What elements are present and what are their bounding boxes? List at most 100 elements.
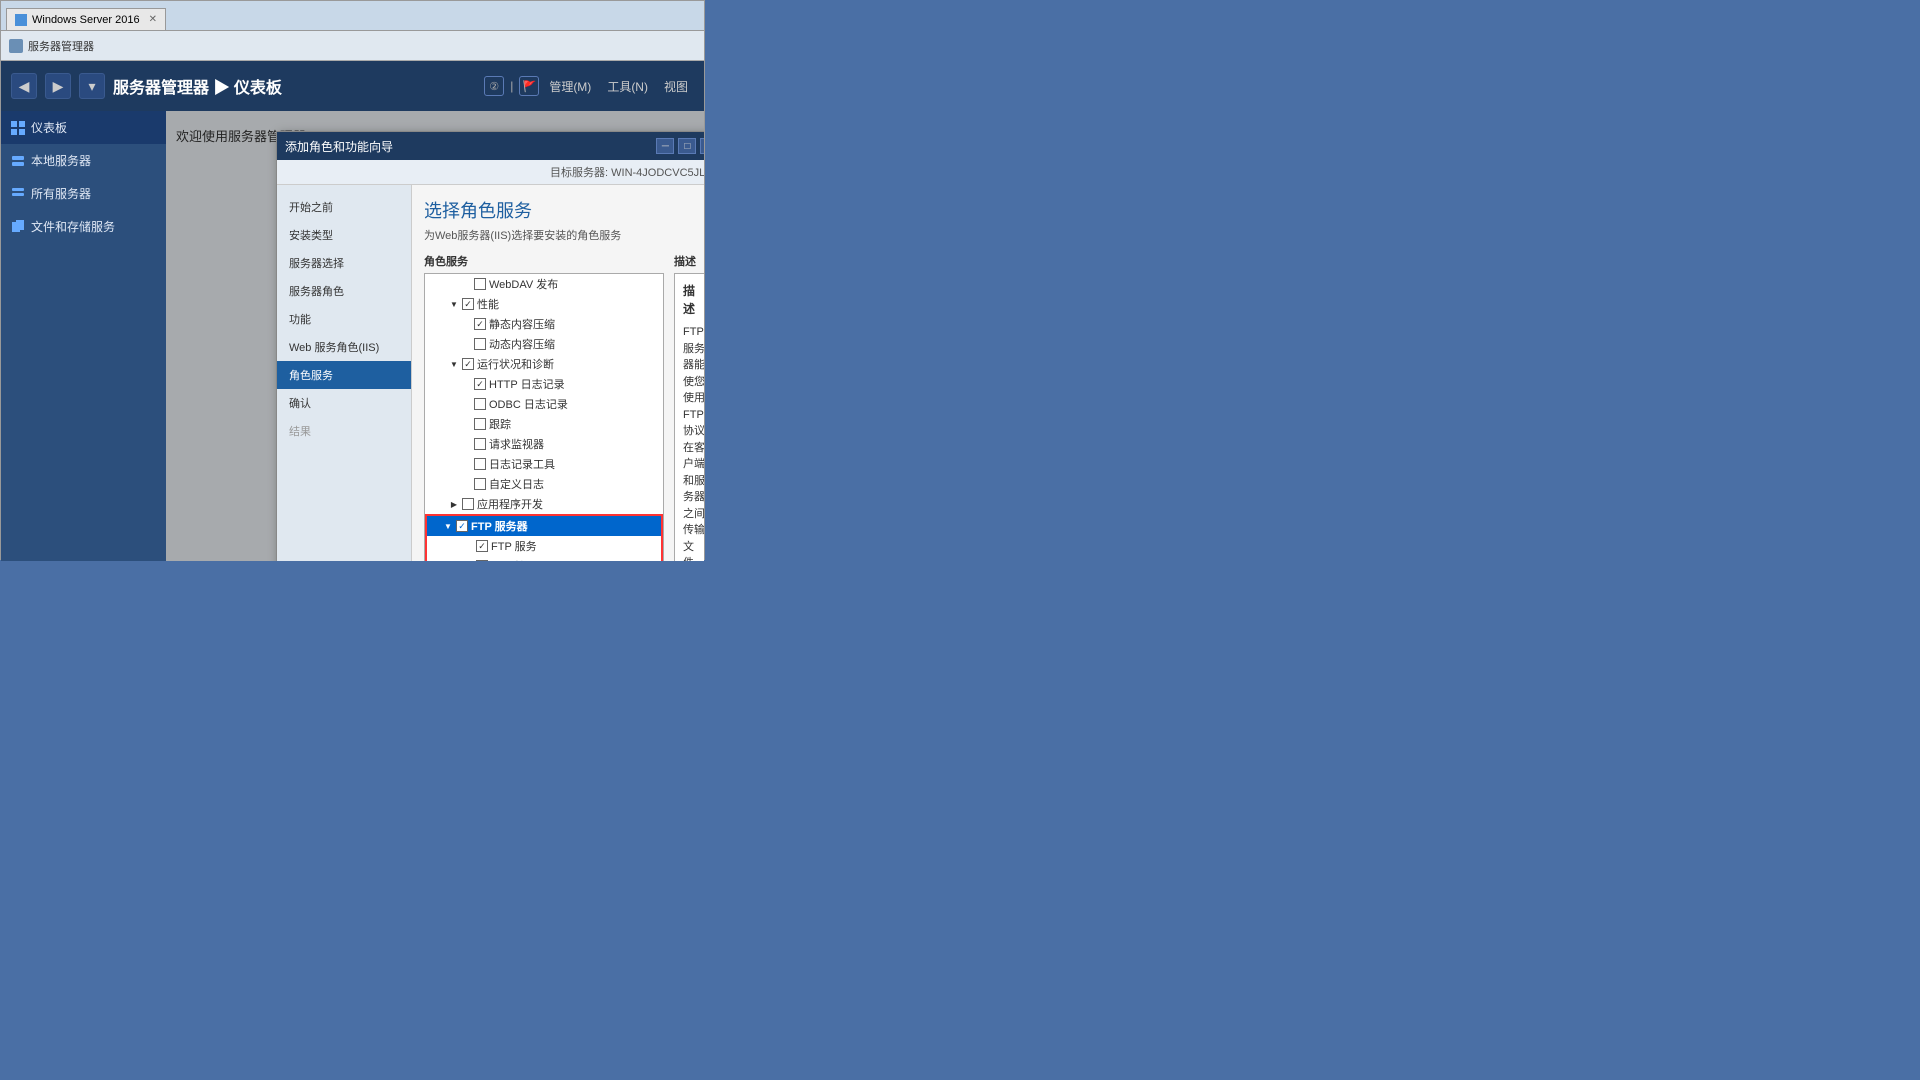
cb-ftp-service[interactable]: ✓ (476, 540, 488, 552)
menu-view[interactable]: 视图 (658, 76, 694, 97)
flag-icon[interactable]: 🚩 (519, 76, 539, 96)
cb-http-log[interactable]: ✓ (474, 378, 486, 390)
forward-button[interactable]: ▶ (45, 73, 71, 99)
ftp-server-highlight-box: ▼ ✓ FTP 服务器 ✓ (425, 514, 663, 561)
browser-tab[interactable]: Windows Server 2016 ✕ (6, 8, 166, 30)
cb-tracing[interactable] (474, 418, 486, 430)
modal-title-text: 添加角色和功能向导 (285, 138, 393, 155)
modal-right-panel: 选择角色服务 为Web服务器(IIS)选择要安装的角色服务 角色服务 描述 (412, 185, 704, 561)
back-button[interactable]: ◀ (11, 73, 37, 99)
tree-item-static-compress[interactable]: ✓ 静态内容压缩 (425, 314, 663, 334)
tab-close-button[interactable]: ✕ (149, 14, 157, 25)
cb-health[interactable]: ✓ (462, 358, 474, 370)
sidebar-label-dashboard: 仪表板 (31, 119, 67, 136)
nav-item-server-select[interactable]: 服务器选择 (277, 249, 411, 277)
tree-item-ftp-ext[interactable]: FTP 扩展 (427, 556, 661, 561)
nav-item-web-roles[interactable]: Web 服务角色(IIS) (277, 333, 411, 361)
label-custom-log: 自定义日志 (489, 476, 544, 492)
sidebar-item-dashboard[interactable]: 仪表板 (1, 111, 166, 144)
modal-close-button[interactable]: ✕ (700, 138, 704, 154)
sidebar-item-files[interactable]: 文件和存储服务 (1, 210, 166, 243)
expand-ftp-server[interactable]: ▼ (443, 521, 453, 531)
tab-title: Windows Server 2016 (32, 14, 140, 26)
tree-item-ftp-service[interactable]: ✓ FTP 服务 (427, 536, 661, 556)
all-servers-icon (11, 187, 25, 201)
nav-item-server-roles[interactable]: 服务器角色 (277, 277, 411, 305)
modal-minimize-button[interactable]: ─ (656, 138, 674, 154)
expand-app-dev[interactable]: ▶ (449, 499, 459, 509)
desc-title: 描述 (683, 282, 704, 318)
sidebar-label-files: 文件和存储服务 (31, 218, 115, 235)
nav-item-install-type[interactable]: 安装类型 (277, 221, 411, 249)
nav-item-confirm[interactable]: 确认 (277, 389, 411, 417)
label-health: 运行状况和诊断 (477, 356, 554, 372)
tree-item-health[interactable]: ▼ ✓ 运行状况和诊断 (425, 354, 663, 374)
menu-tools[interactable]: 工具(N) (601, 76, 654, 97)
col-header-roles: 角色服务 (424, 253, 664, 269)
cb-log-tools[interactable] (474, 458, 486, 470)
label-log-tools: 日志记录工具 (489, 456, 555, 472)
expand-req-monitor (461, 439, 471, 449)
cb-ftp-server[interactable]: ✓ (456, 520, 468, 532)
cb-static-compress[interactable]: ✓ (474, 318, 486, 330)
tree-item-custom-log[interactable]: 自定义日志 (425, 474, 663, 494)
cb-perf[interactable]: ✓ (462, 298, 474, 310)
cb-webdav[interactable] (474, 278, 486, 290)
tree-item-http-log[interactable]: ✓ HTTP 日志记录 (425, 374, 663, 394)
modal-maximize-button[interactable]: □ (678, 138, 696, 154)
cb-req-monitor[interactable] (474, 438, 486, 450)
label-http-log: HTTP 日志记录 (489, 376, 565, 392)
cb-ftp-ext[interactable] (476, 560, 488, 561)
label-app-dev: 应用程序开发 (477, 496, 543, 512)
files-icon (11, 220, 25, 234)
modal-body: 开始之前 安装类型 服务器选择 服务器角色 功能 Web 服务角色(IIS) 角… (277, 185, 704, 561)
expand-webdav (461, 279, 471, 289)
expand-perf[interactable]: ▼ (449, 299, 459, 309)
target-label: 目标服务器 (550, 167, 605, 179)
tree-item-log-tools[interactable]: 日志记录工具 (425, 454, 663, 474)
label-ftp-ext: FTP 扩展 (491, 558, 537, 561)
nav-item-results: 结果 (277, 417, 411, 445)
expand-health[interactable]: ▼ (449, 359, 459, 369)
nav-item-before[interactable]: 开始之前 (277, 193, 411, 221)
sidebar-label-all: 所有服务器 (31, 185, 91, 202)
menu-manage[interactable]: 管理(M) (543, 76, 597, 97)
nav-item-role-services[interactable]: 角色服务 (277, 361, 411, 389)
tree-item-odbc-log[interactable]: ODBC 日志记录 (425, 394, 663, 414)
cb-custom-log[interactable] (474, 478, 486, 490)
sidebar-item-all[interactable]: 所有服务器 (1, 177, 166, 210)
expand-log-tools (461, 459, 471, 469)
cb-odbc-log[interactable] (474, 398, 486, 410)
tree-item-tracing[interactable]: 跟踪 (425, 414, 663, 434)
cb-dynamic-compress[interactable] (474, 338, 486, 350)
tree-item-dynamic-compress[interactable]: 动态内容压缩 (425, 334, 663, 354)
label-perf: 性能 (477, 296, 499, 312)
dropdown-button[interactable]: ▾ (79, 73, 105, 99)
modal-page-title: 选择角色服务 (424, 197, 704, 223)
sm-toolbar: ◀ ▶ ▾ 服务器管理器 ▶ 仪表板 ② | 🚩 管理(M) 工具(N) 视图 (1, 61, 704, 111)
notification-icon[interactable]: ② (484, 76, 504, 96)
server-manager-app: ◀ ▶ ▾ 服务器管理器 ▶ 仪表板 ② | 🚩 管理(M) 工具(N) 视图 (1, 61, 704, 561)
nav-item-features[interactable]: 功能 (277, 305, 411, 333)
add-roles-dialog: 添加角色和功能向导 ─ □ ✕ 目标服务器: WIN-4JODCVC5JLM (276, 131, 704, 561)
toolbar-title: 服务器管理器 ▶ 仪表板 (113, 74, 476, 98)
tree-item-perf[interactable]: ▼ ✓ 性能 (425, 294, 663, 314)
tree-item-ftp-server[interactable]: ▼ ✓ FTP 服务器 (427, 516, 661, 536)
browser-window: Windows Server 2016 ✕ 服务器管理器 ◀ ▶ ▾ 服务器管理… (0, 0, 705, 560)
tree-item-webdav[interactable]: WebDAV 发布 (425, 274, 663, 294)
modal-target-info: 目标服务器: WIN-4JODCVC5JLM (277, 160, 704, 185)
tree-item-req-monitor[interactable]: 请求监视器 (425, 434, 663, 454)
cb-app-dev[interactable] (462, 498, 474, 510)
dashboard-icon (11, 121, 25, 135)
tree-item-app-dev[interactable]: ▶ 应用程序开发 (425, 494, 663, 514)
modal-overlay: 添加角色和功能向导 ─ □ ✕ 目标服务器: WIN-4JODCVC5JLM (166, 111, 704, 561)
sm-main-area: 仪表板 本地服务器 所有服务器 (1, 111, 704, 561)
modal-subtitle: 为Web服务器(IIS)选择要安装的角色服务 (424, 227, 704, 243)
label-dynamic-compress: 动态内容压缩 (489, 336, 555, 352)
sidebar-item-local[interactable]: 本地服务器 (1, 144, 166, 177)
label-webdav: WebDAV 发布 (489, 276, 558, 292)
address-bar-text: 服务器管理器 (28, 38, 94, 54)
target-server-name: WIN-4JODCVC5JLM (611, 167, 704, 179)
tree-panel[interactable]: WebDAV 发布 ▼ ✓ 性能 (424, 273, 664, 561)
address-bar: 服务器管理器 (1, 31, 704, 61)
